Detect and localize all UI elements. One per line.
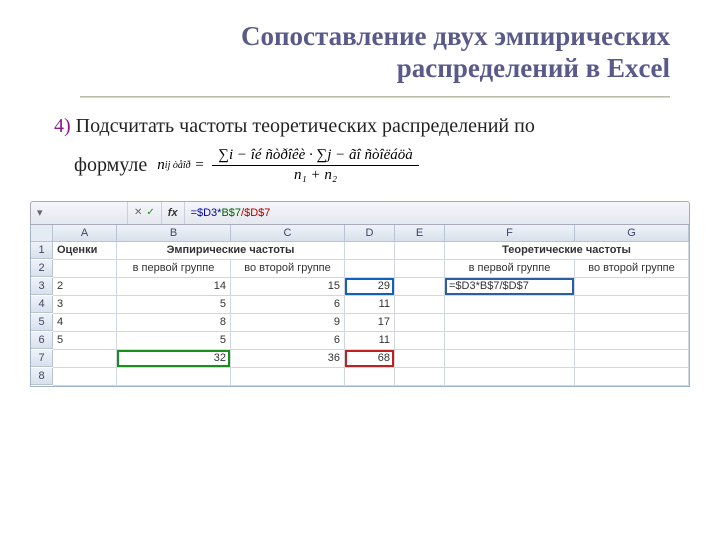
cell-BC1[interactable]: Эмпирические частоты bbox=[117, 242, 345, 260]
formula-sub: ij òåîð bbox=[165, 160, 191, 171]
row-5-header[interactable]: 5 bbox=[31, 314, 53, 331]
formula-row: формуле nij òåîð = ∑i − îé ñòðîêè · ∑j −… bbox=[0, 142, 720, 183]
cell-F6[interactable] bbox=[445, 332, 575, 350]
formula-fraction: ∑i − îé ñòðîêè · ∑j − ãî ñòîëáöà n₁ + n₂ bbox=[212, 148, 419, 183]
formula-part-blue: =$D3* bbox=[191, 207, 222, 219]
cancel-icon[interactable]: ✕ bbox=[134, 207, 142, 218]
cell-B6[interactable]: 5 bbox=[117, 332, 231, 350]
cell-B4[interactable]: 5 bbox=[117, 296, 231, 314]
cell-G5[interactable] bbox=[575, 314, 689, 332]
cell-E5[interactable] bbox=[395, 314, 445, 332]
cell-F4[interactable] bbox=[445, 296, 575, 314]
spreadsheet-grid[interactable]: A B C D E F G 1 Оценки Эмпирические част… bbox=[30, 225, 690, 387]
cell-C8[interactable] bbox=[231, 368, 345, 386]
cell-G6[interactable] bbox=[575, 332, 689, 350]
row-3-header[interactable]: 3 bbox=[31, 278, 53, 295]
cell-A4[interactable]: 3 bbox=[53, 296, 117, 314]
cell-A6[interactable]: 5 bbox=[53, 332, 117, 350]
cell-C5[interactable]: 9 bbox=[231, 314, 345, 332]
cell-B5[interactable]: 8 bbox=[117, 314, 231, 332]
cell-F3[interactable]: =$D3*B$7/$D$7 bbox=[445, 278, 575, 296]
cell-A5[interactable]: 4 bbox=[53, 314, 117, 332]
col-D[interactable]: D bbox=[345, 225, 395, 242]
cell-D1[interactable] bbox=[345, 242, 395, 260]
cell-E8[interactable] bbox=[395, 368, 445, 386]
formula-n: n bbox=[157, 157, 165, 174]
cell-E4[interactable] bbox=[395, 296, 445, 314]
excel-screenshot: ▾ ✕ ✓ fx =$D3*B$7/$D$7 A B C D E F G 1 О… bbox=[30, 201, 690, 387]
col-G[interactable]: G bbox=[575, 225, 689, 242]
formula-top: ∑i − îé ñòðîêè · ∑j − ãî ñòîëáöà bbox=[212, 148, 419, 166]
row-1-header[interactable]: 1 bbox=[31, 242, 53, 259]
cell-G7[interactable] bbox=[575, 350, 689, 368]
cell-D7[interactable]: 68 bbox=[345, 350, 395, 368]
slide-title: Сопоставление двух эмпирических распреде… bbox=[0, 0, 720, 90]
cell-B8[interactable] bbox=[117, 368, 231, 386]
cell-C7[interactable]: 36 bbox=[231, 350, 345, 368]
formula: nij òåîð = ∑i − îé ñòðîêè · ∑j − ãî ñòîë… bbox=[157, 148, 423, 183]
formula-part-green: B$7 bbox=[221, 207, 241, 219]
cell-D4[interactable]: 11 bbox=[345, 296, 395, 314]
cell-C6[interactable]: 6 bbox=[231, 332, 345, 350]
col-E[interactable]: E bbox=[395, 225, 445, 242]
cell-E2[interactable] bbox=[395, 260, 445, 278]
cell-F2[interactable]: в первой группе bbox=[445, 260, 575, 278]
accept-icon[interactable]: ✓ bbox=[146, 207, 154, 218]
row-4-header[interactable]: 4 bbox=[31, 296, 53, 313]
row-8-header[interactable]: 8 bbox=[31, 368, 53, 385]
cell-E3[interactable] bbox=[395, 278, 445, 296]
item-number: 4) bbox=[54, 115, 71, 137]
row-6-header[interactable]: 6 bbox=[31, 332, 53, 349]
cell-A2[interactable] bbox=[53, 260, 117, 278]
select-all-corner[interactable] bbox=[31, 225, 53, 242]
cell-A7[interactable] bbox=[53, 350, 117, 368]
cell-D2[interactable] bbox=[345, 260, 395, 278]
formula-bot: n₁ + n₂ bbox=[294, 166, 337, 183]
formula-label: формуле bbox=[74, 154, 147, 177]
cell-B3[interactable]: 14 bbox=[117, 278, 231, 296]
cell-G2[interactable]: во второй группе bbox=[575, 260, 689, 278]
cell-E6[interactable] bbox=[395, 332, 445, 350]
cell-B2[interactable]: в первой группе bbox=[117, 260, 231, 278]
body-text: 4) Подсчитать частоты теоретических расп… bbox=[0, 98, 720, 142]
item-text: Подсчитать частоты теоретических распред… bbox=[76, 115, 535, 137]
col-B[interactable]: B bbox=[117, 225, 231, 242]
row-2-header[interactable]: 2 bbox=[31, 260, 53, 277]
cell-F8[interactable] bbox=[445, 368, 575, 386]
cell-G8[interactable] bbox=[575, 368, 689, 386]
formula-buttons: ✕ ✓ bbox=[128, 202, 162, 224]
formula-bar: ▾ ✕ ✓ fx =$D3*B$7/$D$7 bbox=[30, 201, 690, 225]
row-7-header[interactable]: 7 bbox=[31, 350, 53, 367]
col-F[interactable]: F bbox=[445, 225, 575, 242]
cell-G3[interactable] bbox=[575, 278, 689, 296]
formula-input[interactable]: =$D3*B$7/$D$7 bbox=[185, 207, 689, 219]
cell-G4[interactable] bbox=[575, 296, 689, 314]
cell-E1[interactable] bbox=[395, 242, 445, 260]
cell-D8[interactable] bbox=[345, 368, 395, 386]
cell-C4[interactable]: 6 bbox=[231, 296, 345, 314]
cell-A1[interactable]: Оценки bbox=[53, 242, 117, 260]
cell-C2[interactable]: во второй группе bbox=[231, 260, 345, 278]
cell-FG1[interactable]: Теоретические частоты bbox=[445, 242, 689, 260]
cell-D3[interactable]: 29 bbox=[345, 278, 395, 296]
formula-eq: = bbox=[194, 157, 204, 174]
cell-E7[interactable] bbox=[395, 350, 445, 368]
formula-part-red: /$D$7 bbox=[241, 207, 270, 219]
cell-C3[interactable]: 15 bbox=[231, 278, 345, 296]
cell-F5[interactable] bbox=[445, 314, 575, 332]
col-A[interactable]: A bbox=[53, 225, 117, 242]
cell-B7[interactable]: 32 bbox=[117, 350, 231, 368]
cell-A8[interactable] bbox=[53, 368, 117, 386]
cell-D6[interactable]: 11 bbox=[345, 332, 395, 350]
fx-icon[interactable]: fx bbox=[162, 202, 185, 224]
col-C[interactable]: C bbox=[231, 225, 345, 242]
name-box[interactable]: ▾ bbox=[31, 202, 128, 224]
title-line1: Сопоставление двух эмпирических bbox=[241, 21, 670, 51]
cell-A3[interactable]: 2 bbox=[53, 278, 117, 296]
cell-D5[interactable]: 17 bbox=[345, 314, 395, 332]
title-line2: распределений в Excel bbox=[397, 53, 670, 83]
cell-F7[interactable] bbox=[445, 350, 575, 368]
